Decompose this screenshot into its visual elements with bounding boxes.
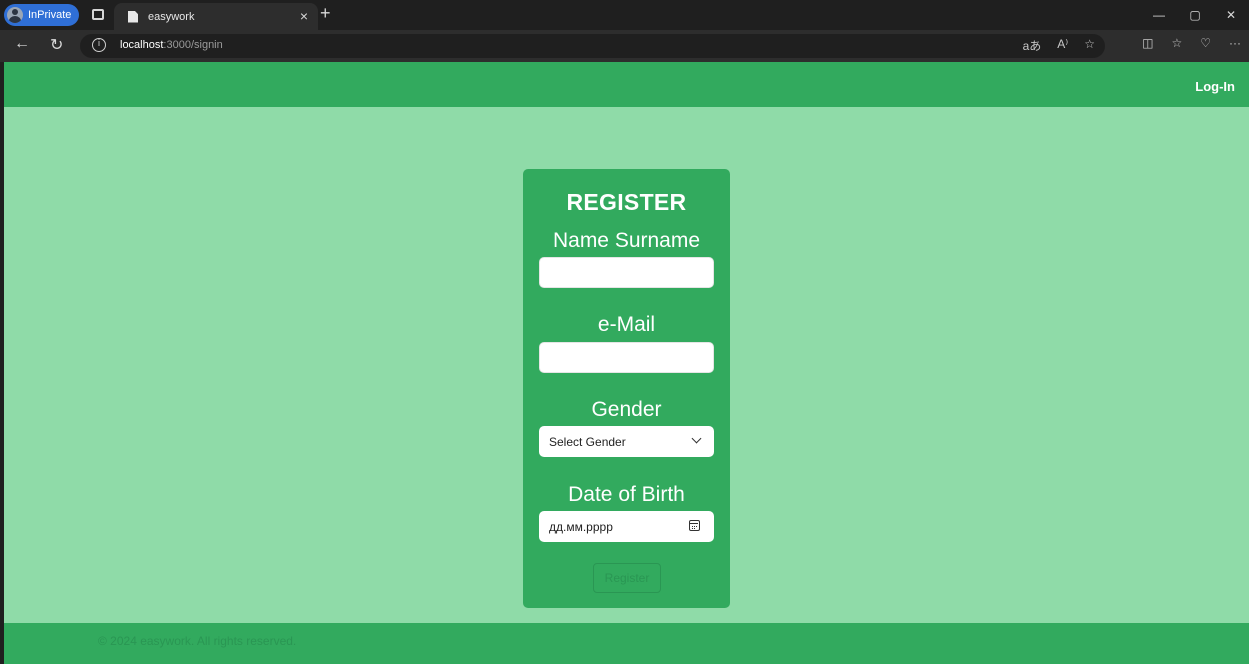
copilot-icon[interactable]: ♡ [1200,36,1211,50]
restore-icon[interactable]: ▢ [1177,0,1213,30]
dob-label: Date of Birth [568,483,685,506]
profile-avatar-icon [7,7,23,23]
gender-label: Gender [591,398,662,421]
tab-actions-icon[interactable] [92,9,104,20]
url-field[interactable]: i localhost:3000/signin aあ A⁾ ☆ [80,34,1105,58]
new-tab-icon[interactable]: + [320,3,331,24]
dob-input[interactable]: дд.мм.рррр [539,511,714,542]
login-link[interactable]: Log-In [1195,79,1235,94]
refresh-icon[interactable]: ↻ [50,35,63,55]
toolbar-icons: ◫ ☆ ♡ ··· [1142,36,1241,50]
form-title: REGISTER [566,189,687,215]
inprivate-badge[interactable]: InPrivate [4,4,80,26]
calendar-icon[interactable] [689,520,700,531]
favorite-star-icon[interactable]: ☆ [1084,37,1095,54]
register-form: REGISTER Name Surname e-Mail Gender Sele… [523,169,730,608]
email-input[interactable] [539,342,714,373]
read-aloud-icon[interactable]: A⁾ [1057,37,1068,54]
footer-copyright: © 2024 easywork. All rights reserved. [98,634,297,648]
favorites-icon[interactable]: ☆ [1171,36,1182,50]
dob-placeholder: дд.мм.рррр [549,519,613,534]
chevron-down-icon [691,433,702,444]
url-text[interactable]: localhost:3000/signin [120,39,223,51]
back-icon[interactable]: ← [14,35,30,53]
close-window-icon[interactable]: ✕ [1213,0,1249,30]
split-screen-icon[interactable]: ◫ [1142,36,1153,50]
page-header: Log-In [4,62,1249,107]
inprivate-label: InPrivate [28,9,72,21]
page: Log-In REGISTER Name Surname e-Mail Gend… [4,62,1249,664]
page-footer: © 2024 easywork. All rights reserved. [4,623,1249,664]
minimize-icon[interactable]: — [1141,0,1177,30]
register-button[interactable]: Register [593,563,661,593]
email-label: e-Mail [597,313,656,336]
name-label: Name Surname [552,229,701,252]
tab-easywork[interactable]: easywork × [114,3,318,30]
page-icon [128,10,138,23]
name-input[interactable] [539,257,714,288]
address-bar: ← ↻ i localhost:3000/signin aあ A⁾ ☆ ◫ ☆ … [0,30,1249,62]
gender-select-value: Select Gender [549,434,626,449]
window-controls: — ▢ ✕ [1141,0,1249,30]
tab-title: easywork [148,10,195,23]
info-icon[interactable]: i [92,38,106,52]
gender-select[interactable]: Select Gender [539,426,714,457]
address-icons: aあ A⁾ ☆ [1023,37,1095,54]
browser-titlebar: InPrivate easywork × + — ▢ ✕ [0,0,1249,30]
translate-icon[interactable]: aあ [1023,37,1042,54]
more-icon[interactable]: ··· [1229,36,1241,50]
tab-close-icon[interactable]: × [300,8,308,24]
